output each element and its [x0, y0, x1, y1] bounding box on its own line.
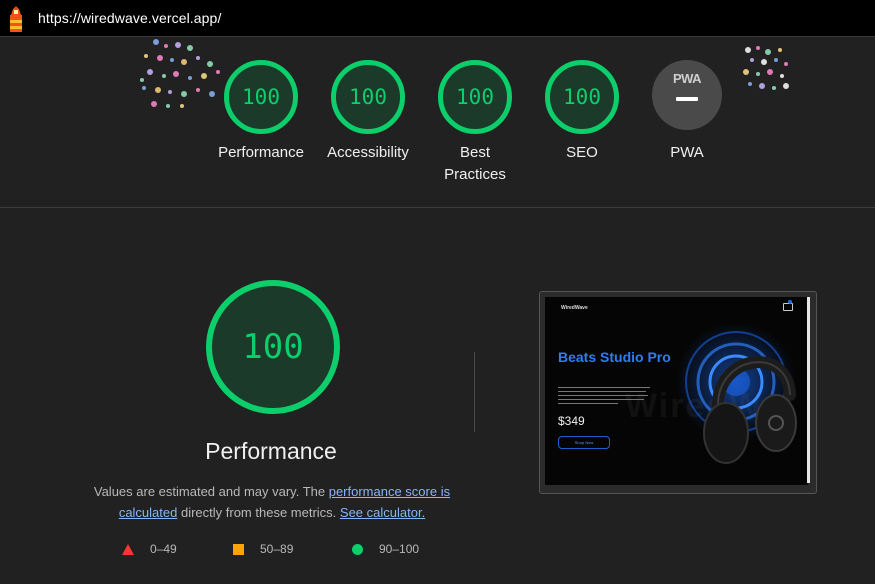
score-ring: 100 [331, 60, 405, 134]
gauge-label: Best Practices [444, 144, 506, 183]
gauge-label: Accessibility [327, 144, 409, 161]
category-gauges: 100 Performance 100 Accessibility 100 Be… [0, 60, 875, 200]
address-bar: https://wiredwave.vercel.app/ [0, 0, 875, 37]
screenshot-shop-button: Shop Now [558, 436, 610, 449]
legend-average-range: 50–89 [260, 542, 294, 556]
vertical-divider [474, 352, 475, 432]
lighthouse-icon [10, 6, 22, 32]
desc-prefix: Values are estimated and may vary. The [93, 484, 329, 499]
performance-score: 100 [242, 327, 304, 367]
gauge-label: PWA [670, 144, 704, 161]
score-value: 100 [349, 85, 387, 109]
screenshot-logo: WiredWave [561, 305, 588, 311]
final-screenshot[interactable]: WiredW WiredWave Beats Studio Pro $349 S… [539, 291, 817, 494]
screenshot-body-text [558, 387, 653, 407]
section-divider [0, 207, 875, 208]
legend-average: 50–89 [233, 542, 293, 556]
legend-pass: 90–100 [352, 542, 419, 556]
legend-fail-range: 0–49 [150, 542, 177, 556]
performance-title: Performance [205, 438, 337, 464]
screenshot-scrollbar[interactable] [807, 297, 810, 483]
performance-description: Values are estimated and may vary. The p… [92, 481, 452, 523]
pwa-badge-text: PWA [672, 71, 702, 86]
score-value: 100 [456, 85, 494, 109]
score-value: 100 [242, 85, 280, 109]
desc-middle: directly from these metrics. [177, 505, 340, 520]
fail-triangle-icon [122, 543, 134, 555]
legend-fail: 0–49 [122, 542, 177, 556]
screenshot-price: $349 [558, 414, 585, 428]
average-square-icon [233, 543, 244, 555]
performance-gauge-large: 100 [206, 280, 340, 414]
cart-icon [783, 303, 793, 311]
legend-pass-range: 90–100 [379, 542, 420, 556]
score-legend: 0–49 50–89 90–100 [0, 542, 875, 562]
score-value: 100 [563, 85, 601, 109]
screenshot-headline: Beats Studio Pro [558, 349, 671, 365]
screenshot-content: WiredW WiredWave Beats Studio Pro $349 S… [545, 297, 808, 485]
score-ring: 100 [438, 60, 512, 134]
score-ring: 100 [224, 60, 298, 134]
pwa-dash-icon [676, 97, 698, 101]
see-calculator-link[interactable]: See calculator. [340, 505, 425, 520]
page-url[interactable]: https://wiredwave.vercel.app/ [38, 10, 221, 26]
pass-circle-icon [352, 543, 363, 555]
score-ring: 100 [545, 60, 619, 134]
headphones-image [678, 325, 797, 464]
cart-badge-icon [788, 300, 792, 304]
pwa-badge: PWA [652, 60, 722, 130]
